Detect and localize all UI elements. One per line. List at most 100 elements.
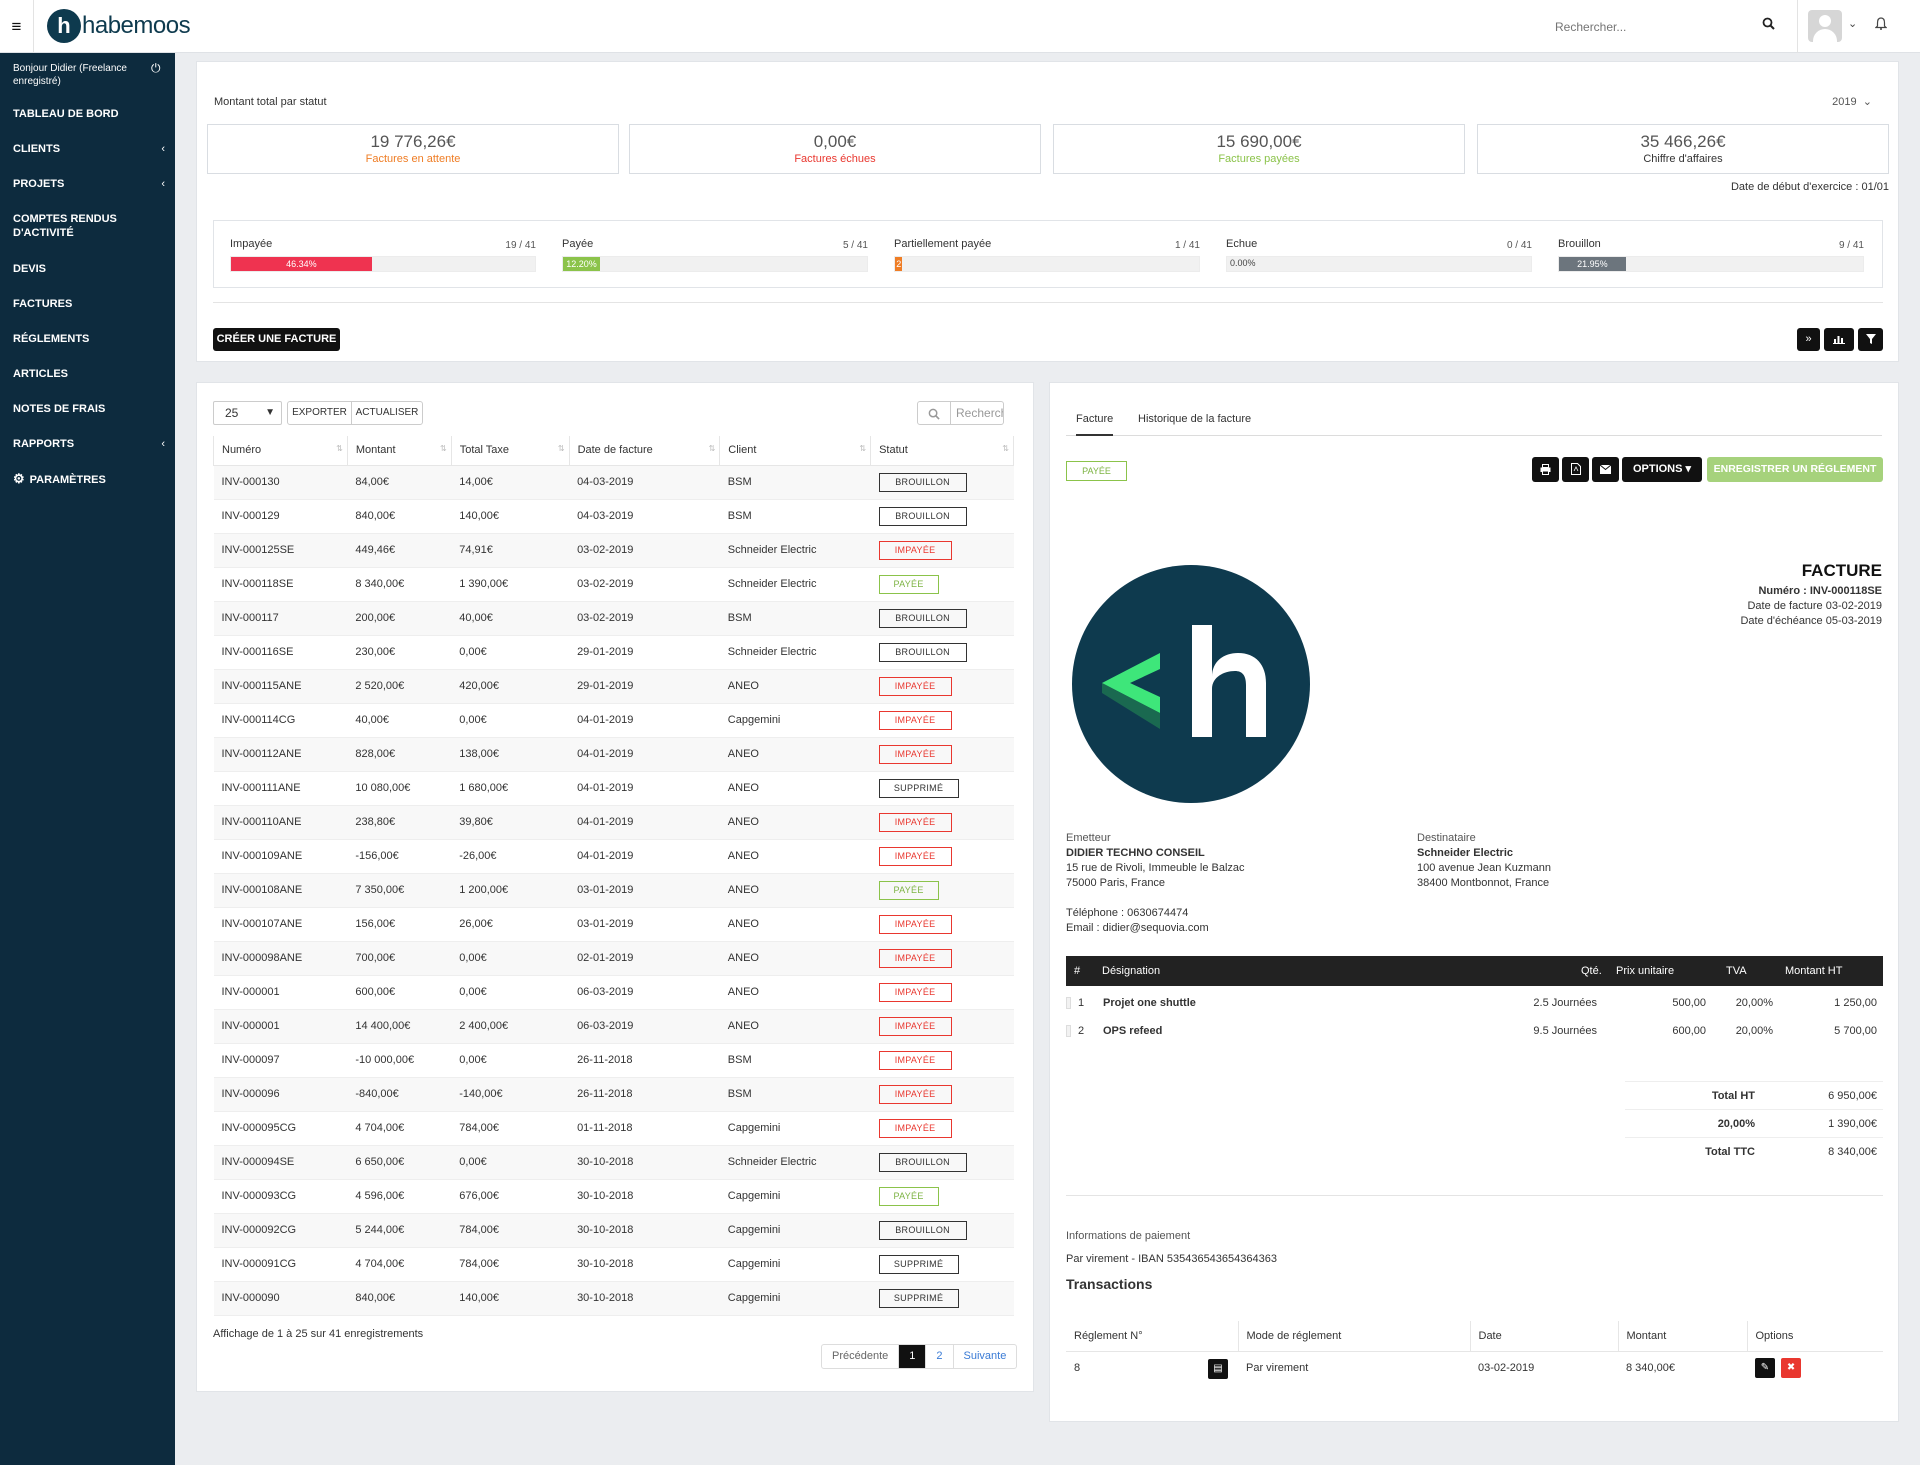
cell-montant: 84,00€: [347, 465, 452, 500]
table-row[interactable]: INV-000097 -10 000,00€ 0,00€ 26-11-2018 BSM I…: [213, 1043, 1014, 1078]
table-row[interactable]: INV-000118SE 8 340,00€ 1 390,00€ 03-02-2019…: [213, 567, 1014, 602]
table-row[interactable]: INV-000107ANE 156,00€ 26,00€ 03-01-2019 ANEO…: [213, 907, 1014, 942]
sidebar-item-dashboard[interactable]: TABLEAU DE BORD: [13, 107, 165, 121]
table-row[interactable]: INV-000110ANE 238,80€ 39,80€ 04-01-2019 ANEO…: [213, 805, 1014, 840]
status-badge: PAYÉE: [878, 574, 939, 594]
table-row[interactable]: INV-000117 200,00€ 40,00€ 03-02-2019 BSM BROU…: [213, 601, 1014, 636]
table-row[interactable]: INV-000092CG 5 244,00€ 784,00€ 30-10-2018 Ca…: [213, 1213, 1014, 1248]
power-icon[interactable]: ⏻: [151, 61, 161, 76]
drag-handle-icon[interactable]: [1066, 997, 1071, 1009]
create-invoice-button[interactable]: CRÉER UNE FACTURE: [213, 328, 340, 351]
pdf-icon[interactable]: ▤: [1208, 1358, 1228, 1379]
items-col-num: #: [1074, 965, 1081, 977]
cell-montant: 4 596,00€: [347, 1179, 452, 1214]
progress-bar: 46.34%: [230, 256, 536, 272]
sidebar-item-articles[interactable]: ARTICLES: [13, 367, 165, 381]
search-icon[interactable]: [1762, 17, 1775, 33]
issuer-phone: Téléphone : 0630674474: [1066, 907, 1189, 919]
table-row[interactable]: INV-000091CG 4 704,00€ 784,00€ 30-10-2018 Ca…: [213, 1247, 1014, 1282]
edit-icon[interactable]: ✎: [1755, 1358, 1775, 1379]
tab-facture[interactable]: Facture: [1076, 413, 1114, 436]
avatar[interactable]: [1808, 10, 1842, 42]
status-badge: BROUILLON: [878, 642, 967, 662]
pdf-icon[interactable]: [1562, 457, 1589, 482]
print-icon[interactable]: [1532, 457, 1559, 482]
col-client[interactable]: Client ⇅: [719, 436, 872, 466]
cell-taxe: 2 400,00€: [451, 1009, 570, 1044]
tx-cell-options: ✎ ✖: [1747, 1351, 1883, 1385]
table-row[interactable]: INV-000095CG 4 704,00€ 784,00€ 01-11-2018 Ca…: [213, 1111, 1014, 1146]
cell-taxe: 140,00€: [451, 1281, 570, 1316]
sidebar-item-parametres[interactable]: ⚙ PARAMÈTRES: [13, 472, 165, 487]
table-row[interactable]: INV-000114CG 40,00€ 0,00€ 04-01-2019 Capgemi…: [213, 703, 1014, 738]
cell-numero: INV-000091CG: [213, 1247, 348, 1282]
col-montant[interactable]: Montant ⇅: [346, 436, 452, 466]
chevron-down-icon[interactable]: ⌄: [1848, 17, 1857, 30]
table-row[interactable]: INV-000112ANE 828,00€ 138,00€ 04-01-2019 ANE…: [213, 737, 1014, 772]
table-row[interactable]: INV-000115ANE 2 520,00€ 420,00€ 29-01-2019 A…: [213, 669, 1014, 704]
table-row[interactable]: INV-000109ANE -156,00€ -26,00€ 04-01-2019 AN…: [213, 839, 1014, 874]
sidebar-item-factures[interactable]: FACTURES: [13, 297, 165, 311]
drag-handle-icon[interactable]: [1066, 1025, 1071, 1037]
double-chevron-icon[interactable]: »: [1797, 328, 1820, 351]
sidebar-item-notes-de-frais[interactable]: NOTES DE FRAIS: [13, 402, 165, 416]
tab-historique[interactable]: Historique de la facture: [1138, 413, 1251, 425]
cell-statut: SUPPRIMÉ: [870, 1247, 1014, 1282]
table-row[interactable]: INV-000125SE 449,46€ 74,91€ 03-02-2019 Schne…: [213, 533, 1014, 568]
filter-icon[interactable]: [1858, 328, 1883, 351]
table-row[interactable]: INV-000129 840,00€ 140,00€ 04-03-2019 BSM BRO…: [213, 499, 1014, 534]
bell-icon[interactable]: [1874, 17, 1888, 33]
cell-montant: 40,00€: [347, 703, 452, 738]
table-row[interactable]: INV-000096 -840,00€ -140,00€ 26-11-2018 BSM I…: [213, 1077, 1014, 1112]
sidebar-item-rapports[interactable]: RAPPORTS ‹: [13, 437, 165, 451]
bar-chart-icon[interactable]: [1824, 328, 1854, 351]
table-row[interactable]: INV-000111ANE 10 080,00€ 1 680,00€ 04-01-20…: [213, 771, 1014, 806]
delete-icon[interactable]: ✖: [1781, 1358, 1802, 1379]
hamburger-icon[interactable]: ≡: [0, 0, 34, 53]
cell-client: ANEO: [719, 839, 871, 874]
divider: [1066, 1195, 1883, 1196]
table-row[interactable]: INV-000090 840,00€ 140,00€ 30-10-2018 Capgem…: [213, 1281, 1014, 1316]
sidebar-item-activity-reports[interactable]: COMPTES RENDUS D'ACTIVITÉ: [13, 212, 123, 240]
cell-montant: 8 340,00€: [347, 567, 452, 602]
export-button[interactable]: EXPORTER: [287, 401, 352, 425]
options-button[interactable]: OPTIONS ▾: [1622, 457, 1702, 482]
year-select[interactable]: 2019 ⌄: [1832, 95, 1872, 108]
next-page-button[interactable]: Suivante: [954, 1345, 1017, 1368]
col-numero[interactable]: Numéro ⇅: [213, 436, 348, 466]
sidebar-item-label: CLIENTS: [13, 143, 61, 155]
col-statut[interactable]: Statut ⇅: [870, 436, 1014, 466]
page-1-button[interactable]: 1: [899, 1345, 927, 1368]
cell-date: 03-01-2019: [569, 873, 720, 908]
page-2-button[interactable]: 2: [926, 1345, 954, 1368]
sidebar-item-projets[interactable]: PROJETS ‹: [13, 177, 165, 191]
table-row[interactable]: INV-000108ANE 7 350,00€ 1 200,00€ 03-01-201…: [213, 873, 1014, 908]
app-logo[interactable]: h habemoos: [47, 9, 191, 43]
cell-montant: 4 704,00€: [347, 1247, 452, 1282]
sidebar-item-clients[interactable]: CLIENTS ‹: [13, 142, 165, 156]
prev-page-button[interactable]: Précédente: [822, 1345, 900, 1368]
progress-label: Impayée: [230, 238, 273, 250]
email-icon[interactable]: [1592, 457, 1619, 482]
sidebar-item-devis[interactable]: DEVIS: [13, 262, 165, 276]
col-total-taxe[interactable]: Total Taxe ⇅: [450, 436, 570, 466]
kpi-value: 0,00€: [813, 132, 857, 151]
table-row[interactable]: INV-000001 14 400,00€ 2 400,00€ 06-03-2019 A…: [213, 1009, 1014, 1044]
status-badge: IMPAYÉE: [878, 744, 952, 764]
page-size-select[interactable]: 25 ▼: [213, 401, 282, 425]
refresh-button[interactable]: ACTUALISER: [351, 401, 423, 425]
table-row[interactable]: INV-000116SE 230,00€ 0,00€ 29-01-2019 Schnei…: [213, 635, 1014, 670]
table-row[interactable]: INV-000098ANE 700,00€ 0,00€ 02-01-2019 ANEO I…: [213, 941, 1014, 976]
table-row[interactable]: INV-000094SE 6 650,00€ 0,00€ 30-10-2018 Schn…: [213, 1145, 1014, 1180]
table-row[interactable]: INV-000130 84,00€ 14,00€ 04-03-2019 BSM BROUI…: [213, 465, 1014, 500]
cell-taxe: -140,00€: [451, 1077, 570, 1112]
kpi-pending: 19 776,26€ Factures en attente: [207, 124, 619, 174]
sidebar-item-reglements[interactable]: RÉGLEMENTS: [13, 332, 165, 346]
table-row[interactable]: INV-000093CG 4 596,00€ 676,00€ 30-10-2018 Ca…: [213, 1179, 1014, 1214]
search-input[interactable]: [1555, 13, 1755, 41]
progress-label: Partiellement payée: [894, 238, 992, 250]
table-row[interactable]: INV-000001 600,00€ 0,00€ 06-03-2019 ANEO IMPA…: [213, 975, 1014, 1010]
col-date[interactable]: Date de facture ⇅: [568, 436, 721, 466]
register-payment-button[interactable]: ENREGISTRER UN RÉGLEMENT: [1707, 457, 1883, 482]
table-search-input[interactable]: Recherche: [950, 401, 1004, 425]
